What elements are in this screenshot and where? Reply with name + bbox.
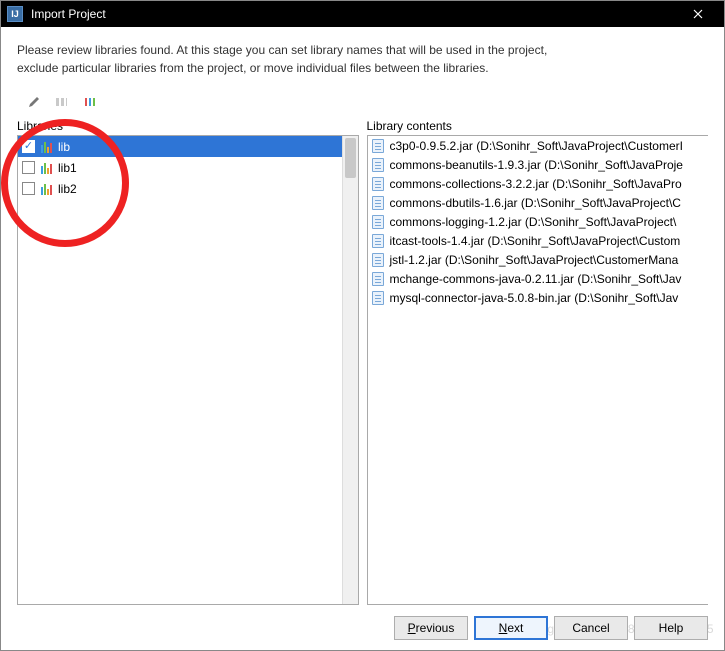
scrollbar[interactable] xyxy=(342,136,358,604)
close-icon xyxy=(693,9,703,19)
jar-icon xyxy=(372,158,384,172)
content-row[interactable]: commons-beanutils-1.9.3.jar (D:\Sonihr_S… xyxy=(368,155,709,174)
cancel-button[interactable]: Cancel xyxy=(554,616,628,640)
previous-button[interactable]: Previous xyxy=(394,616,468,640)
content-filename: jstl-1.2.jar (D:\Sonihr_Soft\JavaProject… xyxy=(390,253,679,267)
jar-icon xyxy=(372,234,384,248)
library-icon xyxy=(41,162,52,174)
next-button[interactable]: Next xyxy=(474,616,548,640)
content-filename: commons-dbutils-1.6.jar (D:\Sonihr_Soft\… xyxy=(390,196,681,210)
content-row[interactable]: mchange-commons-java-0.2.11.jar (D:\Soni… xyxy=(368,269,709,288)
edit-icon[interactable] xyxy=(25,93,43,111)
split-icon[interactable] xyxy=(53,93,71,111)
content-row[interactable]: commons-logging-1.2.jar (D:\Sonihr_Soft\… xyxy=(368,212,709,231)
contents-list[interactable]: c3p0-0.9.5.2.jar (D:\Sonihr_Soft\JavaPro… xyxy=(367,135,709,605)
content-row[interactable]: commons-dbutils-1.6.jar (D:\Sonihr_Soft\… xyxy=(368,193,709,212)
description: Please review libraries found. At this s… xyxy=(17,41,708,77)
content-filename: c3p0-0.9.5.2.jar (D:\Sonihr_Soft\JavaPro… xyxy=(390,139,683,153)
jar-icon xyxy=(372,291,384,305)
library-row[interactable]: lib1 xyxy=(18,157,358,178)
scrollbar-thumb[interactable] xyxy=(345,138,356,178)
previous-label-rest: revious xyxy=(416,621,455,635)
library-row[interactable]: lib xyxy=(18,136,358,157)
library-row[interactable]: lib2 xyxy=(18,178,358,199)
content-filename: itcast-tools-1.4.jar (D:\Sonihr_Soft\Jav… xyxy=(390,234,681,248)
content-row[interactable]: itcast-tools-1.4.jar (D:\Sonihr_Soft\Jav… xyxy=(368,231,709,250)
jar-icon xyxy=(372,177,384,191)
content-filename: mysql-connector-java-5.0.8-bin.jar (D:\S… xyxy=(390,291,679,305)
content-row[interactable]: commons-collections-3.2.2.jar (D:\Sonihr… xyxy=(368,174,709,193)
titlebar: IJ Import Project xyxy=(1,1,724,27)
dialog-content: Please review libraries found. At this s… xyxy=(1,27,724,605)
jar-icon xyxy=(372,196,384,210)
panels: Libraries lib lib1 lib2 Library contents c… xyxy=(17,119,708,605)
jar-icon xyxy=(372,139,384,153)
content-row[interactable]: c3p0-0.9.5.2.jar (D:\Sonihr_Soft\JavaPro… xyxy=(368,136,709,155)
jar-icon xyxy=(372,272,384,286)
next-label-rest: ext xyxy=(507,621,523,635)
content-row[interactable]: jstl-1.2.jar (D:\Sonihr_Soft\JavaProject… xyxy=(368,250,709,269)
description-line1: Please review libraries found. At this s… xyxy=(17,41,708,59)
libraries-label: Libraries xyxy=(17,119,359,133)
library-icon xyxy=(41,141,52,153)
library-icon xyxy=(41,183,52,195)
libraries-panel: Libraries lib lib1 lib2 xyxy=(17,119,359,605)
window-title: Import Project xyxy=(31,7,678,21)
contents-panel: Library contents c3p0-0.9.5.2.jar (D:\So… xyxy=(367,119,709,605)
description-line2: exclude particular libraries from the pr… xyxy=(17,59,708,77)
contents-label: Library contents xyxy=(367,119,709,133)
toolbar xyxy=(17,91,708,117)
help-button[interactable]: Help xyxy=(634,616,708,640)
library-name: lib2 xyxy=(58,182,77,196)
content-filename: commons-beanutils-1.9.3.jar (D:\Sonihr_S… xyxy=(390,158,683,172)
jar-icon xyxy=(372,215,384,229)
content-filename: mchange-commons-java-0.2.11.jar (D:\Soni… xyxy=(390,272,682,286)
library-name: lib1 xyxy=(58,161,77,175)
library-checkbox[interactable] xyxy=(22,182,35,195)
content-row[interactable]: mysql-connector-java-5.0.8-bin.jar (D:\S… xyxy=(368,288,709,307)
content-filename: commons-logging-1.2.jar (D:\Sonihr_Soft\… xyxy=(390,215,677,229)
jar-icon xyxy=(372,253,384,267)
merge-icon[interactable] xyxy=(81,93,99,111)
app-icon: IJ xyxy=(7,6,23,22)
library-name: lib xyxy=(58,140,70,154)
button-bar: Previous Next Cancel Help xyxy=(394,616,708,640)
library-checkbox[interactable] xyxy=(22,140,35,153)
content-filename: commons-collections-3.2.2.jar (D:\Sonihr… xyxy=(390,177,682,191)
libraries-list[interactable]: lib lib1 lib2 xyxy=(17,135,359,605)
library-checkbox[interactable] xyxy=(22,161,35,174)
close-button[interactable] xyxy=(678,1,718,27)
